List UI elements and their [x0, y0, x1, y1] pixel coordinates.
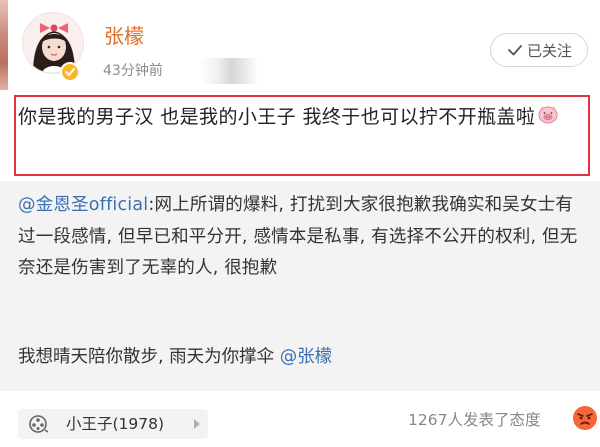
repost-line2-mention[interactable]: @张檬	[280, 347, 333, 367]
pig-emoji-icon	[537, 101, 559, 135]
post-timestamp: 43分钟前	[103, 63, 163, 79]
follow-button-label: 已关注	[526, 41, 572, 60]
repost-text: @金恩圣official:网上所谓的爆料, 打扰到大家很抱歉我确实和吴女士有过一…	[18, 190, 584, 285]
check-icon	[508, 45, 522, 56]
reaction-count[interactable]: 1267人发表了态度	[408, 410, 540, 430]
film-reel-icon	[29, 415, 48, 433]
post-header: 张檬 43分钟前 已关注	[0, 0, 600, 90]
repost-line2: 我想晴天陪你散步, 雨天为你撑伞 @张檬	[18, 342, 584, 374]
chevron-right-icon	[194, 419, 200, 429]
post-text: 你是我的男子汉 也是我的小王子 我终于也可以拧不开瓶盖啦	[18, 100, 588, 135]
verified-icon	[60, 62, 80, 82]
author-name[interactable]: 张檬	[104, 24, 144, 48]
follow-button[interactable]: 已关注	[490, 33, 588, 67]
blurred-source	[200, 58, 258, 84]
post-body: 你是我的男子汉 也是我的小王子 我终于也可以拧不开瓶盖啦	[18, 106, 536, 128]
repost-mention[interactable]: @金恩圣official	[18, 195, 148, 215]
side-image-strip	[0, 0, 8, 90]
repost-line2-text: 我想晴天陪你散步, 雨天为你撑伞	[18, 347, 280, 367]
topic-chip[interactable]: 小王子(1978)	[18, 409, 208, 439]
angry-face-icon[interactable]	[572, 405, 598, 431]
topic-label: 小王子(1978)	[66, 415, 165, 433]
